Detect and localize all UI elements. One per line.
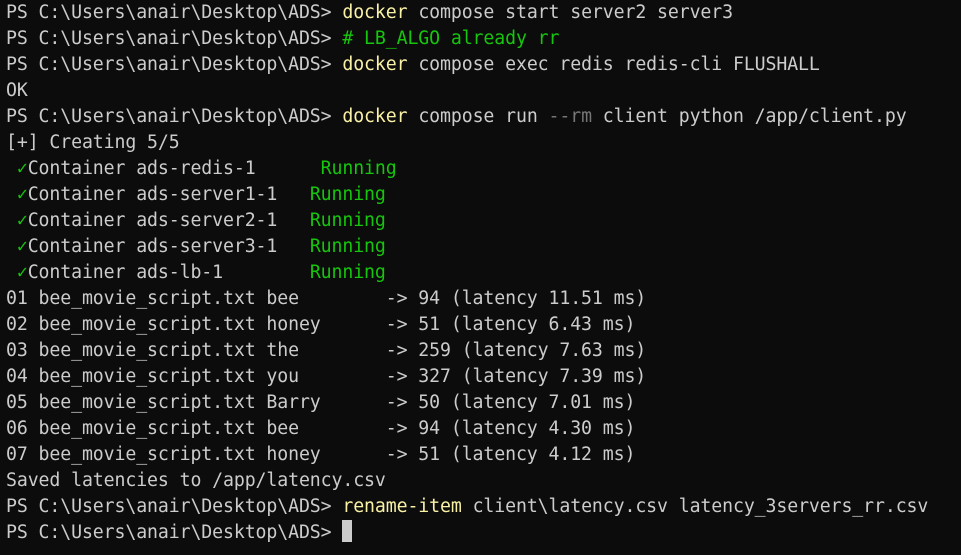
output-text: 04 bee_movie_script.txt you -> 327 (late… xyxy=(6,366,647,387)
container-name: Container ads-redis-1 xyxy=(27,158,321,179)
container-status-line: ✓Container ads-redis-1 Running xyxy=(6,156,961,182)
output-text: 03 bee_movie_script.txt the -> 259 (late… xyxy=(6,340,647,361)
prompt-text: PS C:\Users\anair\Desktop\ADS> xyxy=(6,28,343,49)
status-running: Running xyxy=(309,262,386,283)
output-text: 02 bee_movie_script.txt honey -> 51 (lat… xyxy=(6,314,636,335)
output-text: 01 bee_movie_script.txt bee -> 94 (laten… xyxy=(6,288,647,309)
status-running: Running xyxy=(309,184,386,205)
checkmark-icon: ✓ xyxy=(6,236,28,257)
output-text: 07 bee_movie_script.txt honey -> 51 (lat… xyxy=(6,444,636,465)
command-flag: --rm xyxy=(548,106,593,127)
output-line: OK xyxy=(6,78,961,104)
command-name: docker xyxy=(342,54,408,75)
command-line: PS C:\Users\anair\Desktop\ADS> docker co… xyxy=(6,52,961,78)
output-line: 05 bee_movie_script.txt Barry -> 50 (lat… xyxy=(6,390,961,416)
output-text: 06 bee_movie_script.txt bee -> 94 (laten… xyxy=(6,418,636,439)
terminal-window[interactable]: PS C:\Users\anair\Desktop\ADS> docker co… xyxy=(0,0,961,555)
output-line: 01 bee_movie_script.txt bee -> 94 (laten… xyxy=(6,286,961,312)
output-text: Saved latencies to /app/latency.csv xyxy=(6,470,386,491)
command-args: compose start server2 server3 xyxy=(407,2,733,23)
container-status-line: ✓Container ads-server3-1 Running xyxy=(6,234,961,260)
container-status-line: ✓Container ads-server1-1 Running xyxy=(6,182,961,208)
container-name: Container ads-server1-1 xyxy=(27,184,310,205)
comment-text: # LB_ALGO already rr xyxy=(342,28,560,49)
output-line: 06 bee_movie_script.txt bee -> 94 (laten… xyxy=(6,416,961,442)
prompt-text: PS C:\Users\anair\Desktop\ADS> xyxy=(6,54,343,75)
prompt-text: PS C:\Users\anair\Desktop\ADS> xyxy=(6,2,343,23)
command-args: compose exec redis redis-cli FLUSHALL xyxy=(407,54,820,75)
output-line: 02 bee_movie_script.txt honey -> 51 (lat… xyxy=(6,312,961,338)
output-text: [+] Creating 5/5 xyxy=(6,132,180,153)
container-status-line: ✓Container ads-lb-1 Running xyxy=(6,260,961,286)
status-running: Running xyxy=(309,236,386,257)
output-line: Saved latencies to /app/latency.csv xyxy=(6,468,961,494)
checkmark-icon: ✓ xyxy=(6,158,28,179)
output-text: 05 bee_movie_script.txt Barry -> 50 (lat… xyxy=(6,392,636,413)
command-name: rename-item xyxy=(342,496,462,517)
output-line: 04 bee_movie_script.txt you -> 327 (late… xyxy=(6,364,961,390)
checkmark-icon: ✓ xyxy=(6,184,28,205)
command-line: PS C:\Users\anair\Desktop\ADS> docker co… xyxy=(6,0,961,26)
checkmark-icon: ✓ xyxy=(6,262,28,283)
command-args: compose run xyxy=(407,106,549,127)
checkmark-icon: ✓ xyxy=(6,210,28,231)
command-line: PS C:\Users\anair\Desktop\ADS> rename-it… xyxy=(6,494,961,520)
output-line: [+] Creating 5/5 xyxy=(6,130,961,156)
command-args: client\latency.csv latency_3servers_rr.c… xyxy=(461,496,929,517)
text-cursor[interactable] xyxy=(342,520,353,542)
prompt-text: PS C:\Users\anair\Desktop\ADS> xyxy=(6,496,343,517)
status-running: Running xyxy=(309,210,386,231)
prompt-text: PS C:\Users\anair\Desktop\ADS> xyxy=(6,106,343,127)
command-line: PS C:\Users\anair\Desktop\ADS> docker co… xyxy=(6,104,961,130)
terminal-output: PS C:\Users\anair\Desktop\ADS> docker co… xyxy=(6,0,961,546)
command-args: client python /app/client.py xyxy=(591,106,907,127)
command-name: docker xyxy=(342,106,408,127)
container-name: Container ads-server3-1 xyxy=(27,236,310,257)
output-text: OK xyxy=(6,80,28,101)
status-running: Running xyxy=(320,158,397,179)
prompt-text: PS C:\Users\anair\Desktop\ADS> xyxy=(6,522,343,543)
container-name: Container ads-lb-1 xyxy=(27,262,310,283)
output-line: 03 bee_movie_script.txt the -> 259 (late… xyxy=(6,338,961,364)
command-name: docker xyxy=(342,2,408,23)
container-name: Container ads-server2-1 xyxy=(27,210,310,231)
container-status-line: ✓Container ads-server2-1 Running xyxy=(6,208,961,234)
active-prompt-line[interactable]: PS C:\Users\anair\Desktop\ADS> xyxy=(6,520,961,546)
output-line: 07 bee_movie_script.txt honey -> 51 (lat… xyxy=(6,442,961,468)
comment-line: PS C:\Users\anair\Desktop\ADS> # LB_ALGO… xyxy=(6,26,961,52)
